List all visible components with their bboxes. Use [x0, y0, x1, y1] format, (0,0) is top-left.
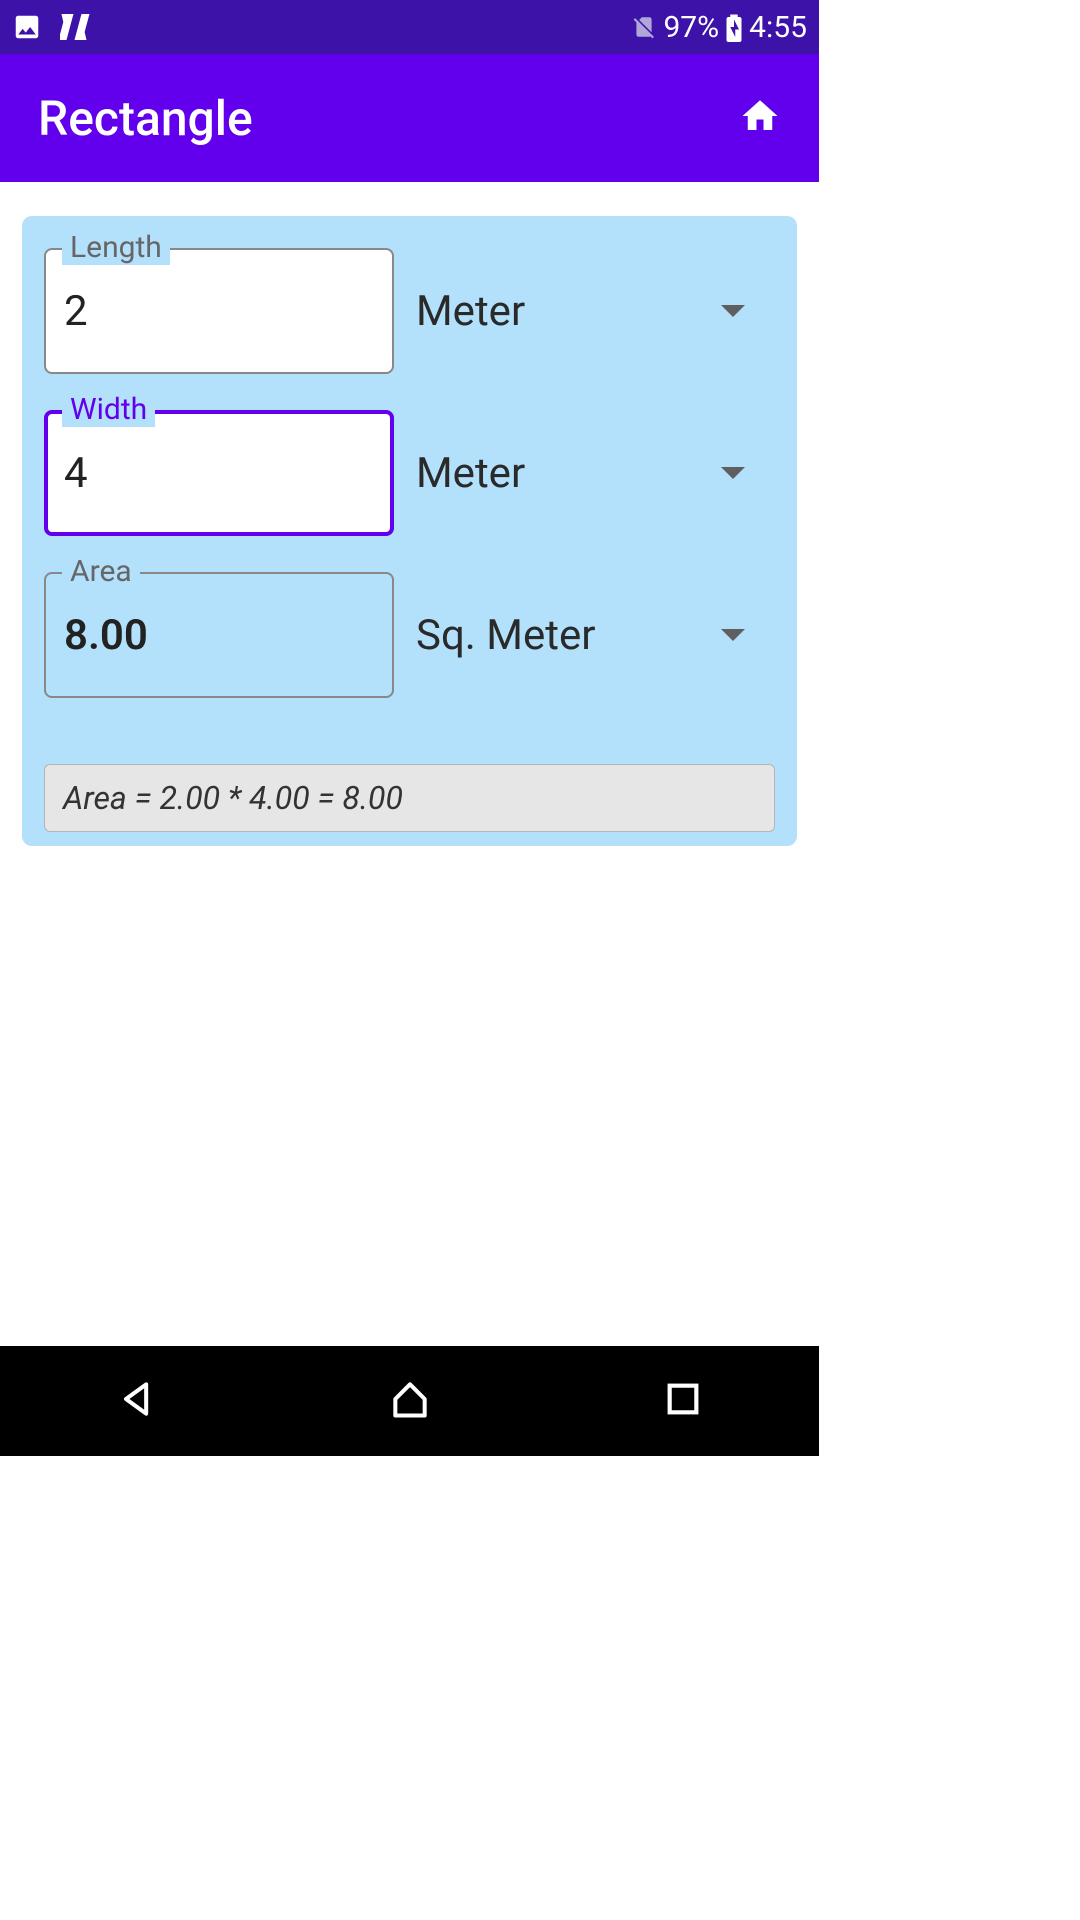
battery-percent: 97%	[663, 10, 719, 45]
chevron-down-icon	[721, 467, 745, 479]
area-unit-label: Sq. Meter	[416, 611, 595, 660]
status-right: 97% 4:55	[631, 10, 807, 45]
formula-display: Area = 2.00 * 4.00 = 8.00	[44, 764, 775, 832]
length-label: Length	[62, 230, 170, 265]
back-icon	[115, 1377, 159, 1425]
status-bar: 97% 4:55	[0, 0, 819, 54]
page-title: Rectangle	[38, 90, 253, 147]
width-row: Width Meter	[44, 392, 775, 554]
width-label: Width	[62, 392, 155, 427]
battery-charging-icon	[725, 12, 743, 42]
area-unit-dropdown[interactable]: Sq. Meter	[416, 554, 775, 716]
width-field-wrap: Width	[44, 410, 394, 536]
no-sim-icon	[631, 12, 657, 42]
status-left	[12, 12, 96, 42]
home-button[interactable]	[739, 95, 781, 141]
length-field-wrap: Length	[44, 248, 394, 374]
back-button[interactable]	[105, 1369, 169, 1433]
width-unit-dropdown[interactable]: Meter	[416, 392, 775, 554]
length-unit-label: Meter	[416, 287, 525, 336]
length-unit-dropdown[interactable]: Meter	[416, 230, 775, 392]
calculator-card: Length Meter Width Meter A	[22, 216, 797, 846]
status-time: 4:55	[749, 10, 807, 45]
area-value: 8.00	[44, 572, 394, 698]
area-row: Area 8.00 Sq. Meter	[44, 554, 775, 716]
length-row: Length Meter	[44, 230, 775, 392]
length-input[interactable]	[44, 248, 394, 374]
width-input[interactable]	[44, 410, 394, 536]
recents-icon	[663, 1379, 703, 1423]
home-nav-icon	[388, 1377, 432, 1425]
image-icon	[12, 12, 42, 42]
area-label: Area	[62, 554, 140, 589]
home-icon	[739, 122, 781, 141]
recents-button[interactable]	[651, 1369, 715, 1433]
n-icon	[60, 12, 96, 42]
chevron-down-icon	[721, 305, 745, 317]
content-area: Length Meter Width Meter A	[0, 182, 819, 846]
navigation-bar	[0, 1346, 819, 1456]
width-unit-label: Meter	[416, 449, 525, 498]
home-nav-button[interactable]	[378, 1369, 442, 1433]
chevron-down-icon	[721, 629, 745, 641]
app-bar: Rectangle	[0, 54, 819, 182]
area-field-wrap: Area 8.00	[44, 572, 394, 698]
